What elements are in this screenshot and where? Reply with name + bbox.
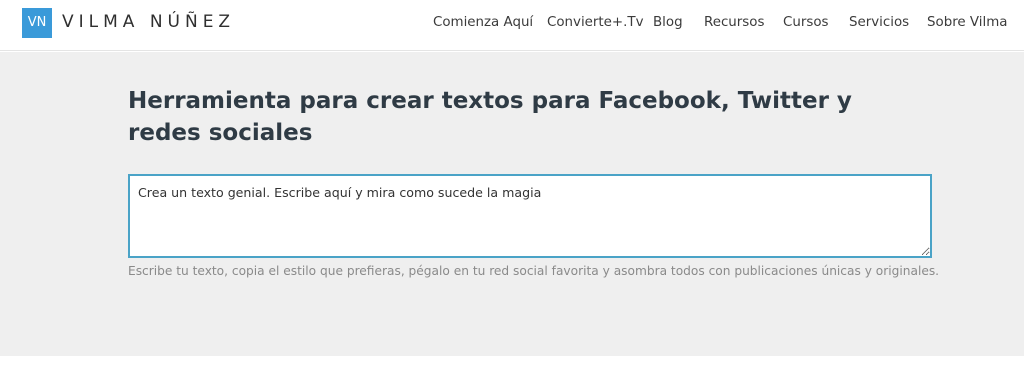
help-text: Escribe tu texto, copia el estilo que pr… [128, 264, 940, 278]
nav-item-convierte-tv[interactable]: Convierte+.Tv [547, 15, 644, 30]
page-footer-band [0, 356, 1024, 392]
page-title: Herramienta para crear textos para Faceb… [128, 88, 852, 146]
text-input-area[interactable]: Crea un texto genial. Escribe aquí y mir… [128, 174, 932, 258]
main-nav: Comienza Aquí Convierte+.Tv Blog Recurso… [0, 0, 1024, 51]
content-area: Herramienta para crear textos para Faceb… [0, 52, 1024, 356]
site-header: VN VILMA NÚÑEZ Comienza Aquí Convierte+.… [0, 0, 1024, 51]
nav-item-blog[interactable]: Blog [653, 15, 683, 30]
nav-item-cursos[interactable]: Cursos [783, 15, 829, 30]
nav-item-servicios[interactable]: Servicios [849, 15, 909, 30]
nav-item-comienza-aqui[interactable]: Comienza Aquí [433, 15, 533, 30]
nav-item-recursos[interactable]: Recursos [704, 15, 764, 30]
nav-item-sobre-vilma[interactable]: Sobre Vilma [927, 15, 1007, 30]
